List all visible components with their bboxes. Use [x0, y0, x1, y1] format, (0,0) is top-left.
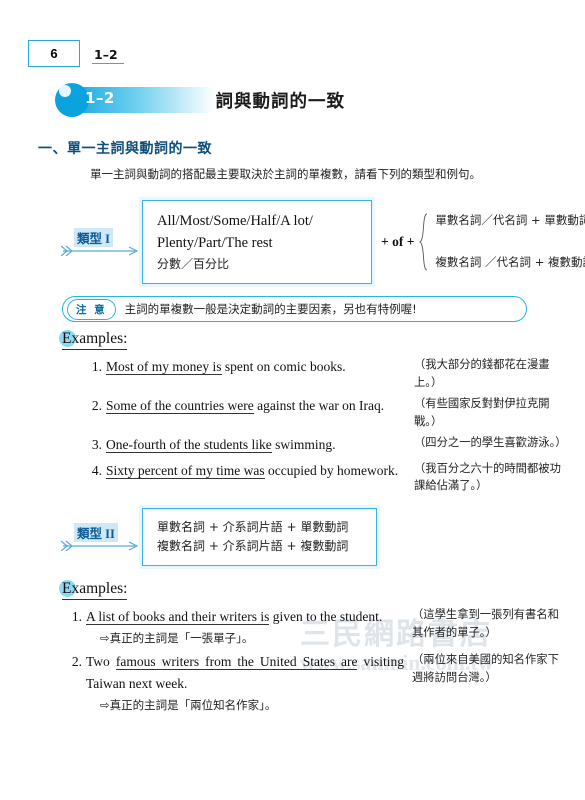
- plain-segment: spent on comic books.: [221, 359, 346, 374]
- example-number: 3.: [91, 437, 102, 452]
- underlined-segment: was: [243, 462, 265, 479]
- type-1-line-2: Plenty/Part/The rest: [157, 235, 273, 252]
- example-translation: （我大部分的錢都花在漫畫上。）: [414, 358, 550, 389]
- type-2-line-1: 單數名詞 + 介系詞片語 + 單數動詞: [157, 520, 349, 534]
- examples-2-heading-wrap: Examples:: [59, 580, 128, 600]
- example-sentence: Sixty percent of my time was occupied by…: [106, 460, 406, 482]
- example-number: 1.: [71, 609, 82, 624]
- plain-segment: against the war on Iraq.: [253, 398, 385, 413]
- page-title: 主詞與動詞的一致: [197, 91, 345, 112]
- example-explanation: ⇨真正的主詞是「一張單子」。: [100, 630, 254, 645]
- textbook-page: 三民網路書店 www.sanmin.com.tw 6 1–2 1–2 主詞與動詞…: [0, 0, 585, 800]
- underlined-segment: the students: [183, 437, 252, 453]
- type-2-label: 類型 II: [74, 523, 118, 543]
- example-sentence: Some of the countries were against the w…: [106, 395, 406, 417]
- underlined-segment: my money: [151, 359, 213, 375]
- brace-icon: [419, 213, 428, 271]
- underlined-segment: Some of: [106, 398, 155, 414]
- example-sentence: Two famous writers from the United State…: [86, 651, 404, 695]
- underlined-segment: the countries: [154, 398, 228, 414]
- badge-highlight-dot: [59, 85, 71, 97]
- example-translation: （我百分之六十的時間都被功課給佔滿了。）: [414, 461, 561, 493]
- examples-1-list: 1. Most of my money is spent on comic boo…: [86, 356, 567, 499]
- underlined-segment: my time: [195, 462, 244, 479]
- examples-2-heading: Examples:: [62, 580, 128, 600]
- example-number: 1.: [91, 359, 102, 374]
- underlined-segment: One-fourth of: [106, 437, 184, 453]
- note-callout: 注 意 主詞的單複數一般是決定動詞的主要因素，另也有特例喔!: [62, 296, 527, 322]
- type-1-result-plural: 複數名詞 ／代名詞 + 複數動詞: [435, 255, 585, 270]
- example-item: 1. A list of books and their writers is g…: [66, 606, 566, 647]
- badge-label: 1–2: [85, 89, 115, 107]
- example-body: Two famous writers from the United State…: [86, 651, 404, 714]
- example-item: 2. Two famous writers from the United Sta…: [66, 651, 566, 714]
- type-1-joiner: + of +: [381, 234, 415, 250]
- plain-segment: occupied by homework.: [264, 462, 399, 478]
- type-2-formula-box: 單數名詞 + 介系詞片語 + 單數動詞 複數名詞 + 介系詞片語 + 複數動詞: [142, 508, 377, 567]
- running-head: 6 1–2: [28, 40, 124, 67]
- note-text: 主詞的單複數一般是決定動詞的主要因素，另也有特例喔!: [124, 302, 417, 316]
- example-number: 2.: [71, 654, 82, 670]
- examples-2-list: 1. A list of books and their writers is g…: [66, 606, 566, 718]
- underlined-segment: of books and their writers: [118, 609, 261, 625]
- example-translation: （有些國家反對對伊拉克開戰。）: [414, 397, 550, 428]
- type-2-block: 類型 II 單數名詞 + 介系詞片語 + 單數動詞 複數名詞 + 介系詞片語 +…: [56, 508, 377, 567]
- example-item: 3. One-fourth of the students like swimmi…: [86, 434, 567, 456]
- example-translation: （四分之一的學生喜歡游泳。）: [414, 436, 567, 449]
- type-1-result-singular: 單數名詞／代名詞 + 單數動詞: [435, 213, 585, 228]
- underlined-segment: Sixty percent of: [106, 462, 196, 479]
- plain-segment: given to the student.: [269, 609, 383, 624]
- example-sentence: A list of books and their writers is giv…: [86, 606, 404, 628]
- example-number: 2.: [91, 398, 102, 413]
- section-heading: 一、單一主詞與動詞的一致: [38, 141, 212, 157]
- type-1-block: 類型 I All/Most/Some/Half/A lot/ Plenty/Pa…: [56, 200, 585, 285]
- type-1-line-3: 分數／百分比: [157, 256, 230, 271]
- example-translation: （這學生拿到一張列有書名和其作者的單子。）: [412, 608, 559, 639]
- section-intro: 單一主詞與動詞的搭配最主要取決於主詞的單複數，請看下列的類型和例句。: [90, 167, 481, 181]
- example-item: 4. Sixty percent of my time was occupied …: [86, 460, 566, 495]
- example-translation: （兩位來自美國的知名作家下週將訪問台灣。）: [412, 653, 559, 684]
- example-number: 4.: [91, 462, 102, 478]
- chapter-badge: 1–2: [55, 83, 215, 117]
- running-head-section-ref: 1–2: [92, 48, 124, 64]
- type-1-formula-box: All/Most/Some/Half/A lot/ Plenty/Part/Th…: [142, 200, 372, 285]
- type-1-results: 單數名詞／代名詞 + 單數動詞 複數名詞 ／代名詞 + 複數動詞: [435, 213, 585, 270]
- example-item: 1. Most of my money is spent on comic boo…: [86, 356, 566, 391]
- underlined-segment: from the United States: [205, 654, 341, 671]
- example-body: Sixty percent of my time was occupied by…: [106, 460, 406, 495]
- example-explanation: ⇨真正的主詞是「兩位知名作家」。: [100, 697, 277, 712]
- example-body: One-fourth of the students like swimming…: [106, 434, 406, 456]
- underlined-segment: are: [340, 654, 358, 671]
- examples-1-heading: Examples:: [62, 330, 128, 350]
- underlined-segment: were: [227, 398, 254, 414]
- underlined-segment: Most of: [106, 359, 152, 375]
- plain-segment: swimming.: [271, 437, 336, 452]
- underlined-segment: is: [212, 359, 222, 375]
- example-body: Most of my money is spent on comic books…: [106, 356, 406, 391]
- underlined-segment: like: [251, 437, 272, 453]
- example-body: A list of books and their writers is giv…: [86, 606, 404, 647]
- type-1-line-1: All/Most/Some/Half/A lot/: [157, 213, 313, 229]
- type-2-line-2: 複數名詞 + 介系詞片語 + 複數動詞: [157, 539, 349, 554]
- underlined-segment: famous writers: [115, 654, 206, 671]
- underlined-segment: A list: [86, 609, 119, 625]
- example-sentence: Most of my money is spent on comic books…: [106, 356, 406, 378]
- plain-segment: Two: [86, 654, 116, 670]
- page-number: 6: [28, 40, 80, 67]
- note-tag: 注 意: [67, 298, 116, 320]
- type-1-label: 類型 I: [74, 228, 113, 248]
- example-body: Some of the countries were against the w…: [106, 395, 406, 430]
- example-sentence: One-fourth of the students like swimming…: [106, 434, 406, 456]
- example-item: 2. Some of the countries were against the…: [86, 395, 566, 430]
- examples-1-heading-wrap: Examples:: [59, 330, 128, 350]
- chapter-banner: 1–2 主詞與動詞的一致: [55, 82, 345, 118]
